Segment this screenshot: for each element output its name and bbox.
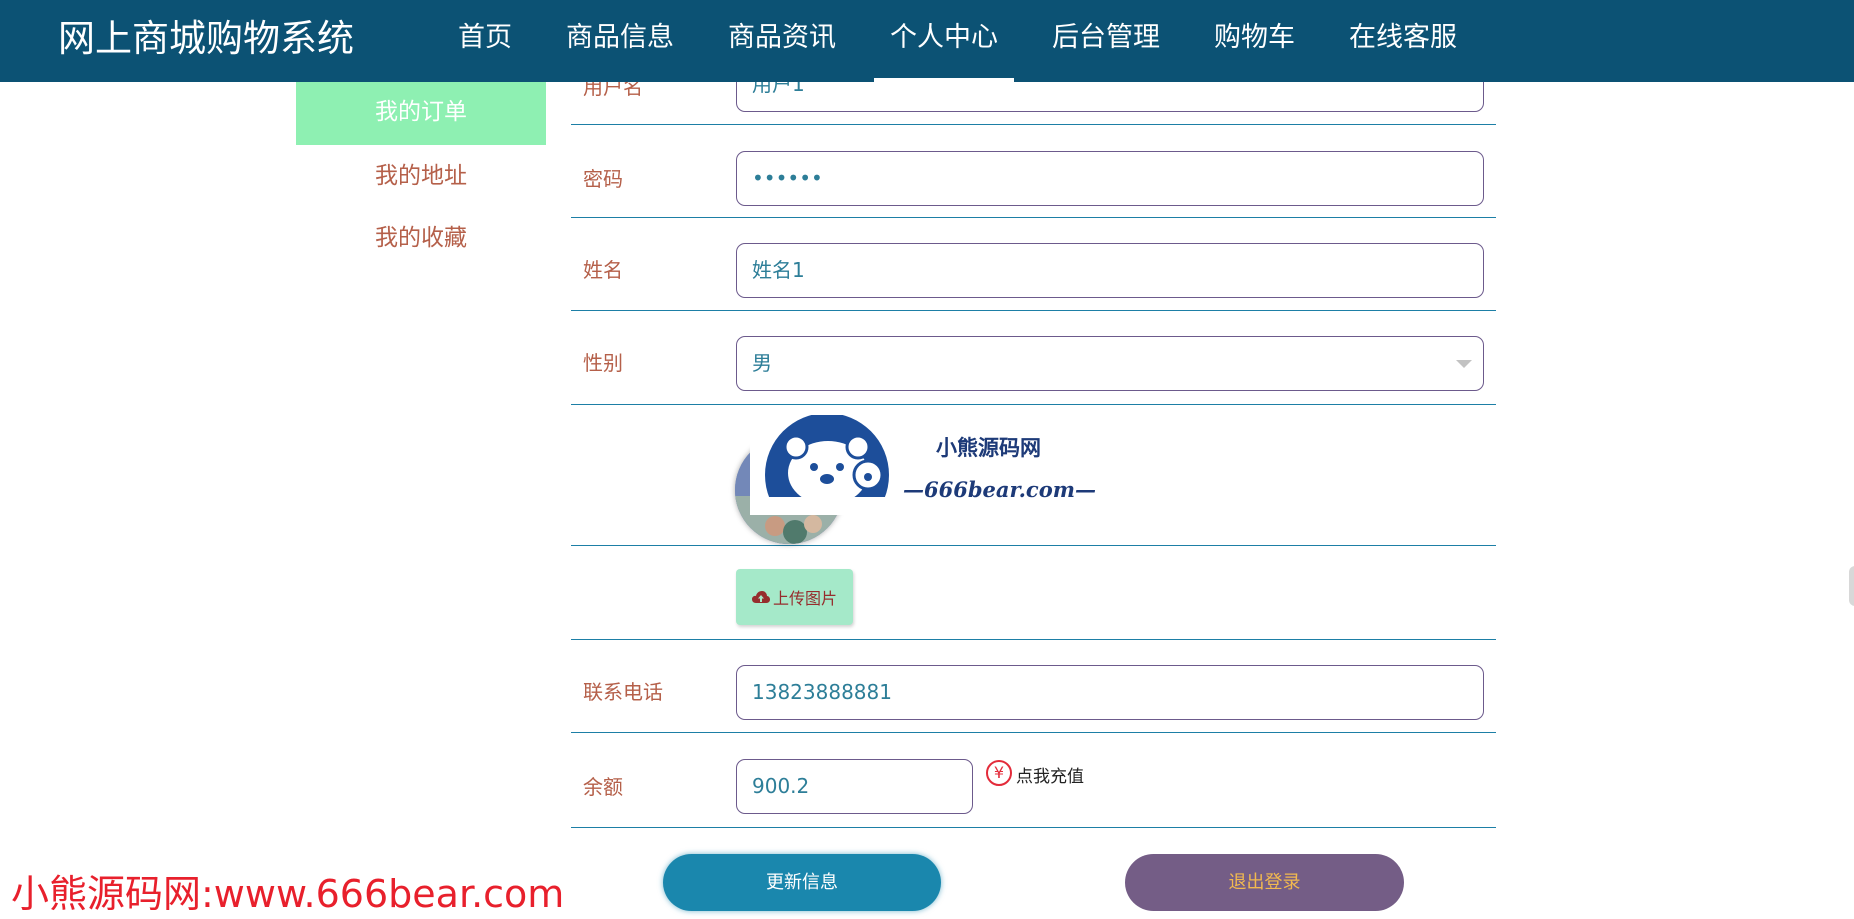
form-row-phone: 联系电话 13823888881 [571, 640, 1496, 733]
profile-form: 用户名 用户1 密码 •••••• 姓名 姓名1 性别 男 小熊源码网 —666… [571, 50, 1496, 828]
sidebar-item-favorites[interactable]: 我的收藏 [296, 207, 546, 269]
side-float-handle[interactable] [1849, 566, 1854, 606]
yen-icon: ¥ [986, 759, 1012, 786]
footer-watermark: 小熊源码网:www.666bear.com [11, 872, 565, 916]
password-field[interactable]: •••••• [736, 151, 1484, 206]
nav-news[interactable]: 商品资讯 [701, 0, 863, 82]
logout-button[interactable]: 退出登录 [1125, 854, 1404, 911]
main-nav: 首页 商品信息 商品资讯 个人中心 后台管理 购物车 在线客服 [431, 0, 1484, 82]
nav-customer-service[interactable]: 在线客服 [1322, 0, 1484, 82]
watermark-logo: 小熊源码网 —666bear.com— [750, 415, 1095, 515]
nav-cart[interactable]: 购物车 [1187, 0, 1322, 82]
form-row-balance: 余额 900.2 ¥ 点我充值 [571, 733, 1496, 828]
upload-label: 上传图片 [772, 589, 837, 608]
recharge-label: 点我充值 [1016, 767, 1084, 787]
site-title: 网上商城购物系统 [58, 17, 354, 60]
nav-personal-center[interactable]: 个人中心 [863, 0, 1025, 82]
phone-field[interactable]: 13823888881 [736, 665, 1484, 720]
recharge-link[interactable]: ¥ 点我充值 [986, 758, 1084, 787]
form-row-gender: 性别 男 [571, 311, 1496, 405]
name-field[interactable]: 姓名1 [736, 243, 1484, 298]
password-label: 密码 [583, 167, 623, 191]
watermark-url: —666bear.com— [903, 477, 1095, 502]
update-info-button[interactable]: 更新信息 [663, 854, 941, 911]
phone-label: 联系电话 [583, 680, 663, 704]
gender-label: 性别 [583, 351, 623, 375]
balance-field[interactable]: 900.2 [736, 759, 973, 814]
gender-value: 男 [752, 351, 772, 375]
form-row-password: 密码 •••••• [571, 125, 1496, 218]
nav-products[interactable]: 商品信息 [539, 0, 701, 82]
cloud-upload-icon [751, 591, 770, 603]
nav-home[interactable]: 首页 [431, 0, 539, 82]
name-label: 姓名 [583, 258, 623, 282]
balance-label: 余额 [583, 775, 623, 799]
sidebar-item-addresses[interactable]: 我的地址 [296, 145, 546, 207]
upload-image-button[interactable]: 上传图片 [736, 569, 853, 625]
watermark-title: 小熊源码网 [936, 435, 1041, 460]
sidebar-menu: 我的订单 我的地址 我的收藏 [296, 82, 546, 269]
chevron-down-icon [1456, 360, 1472, 368]
form-row-avatar: 小熊源码网 —666bear.com— [571, 405, 1496, 546]
top-navbar: 网上商城购物系统 首页 商品信息 商品资讯 个人中心 后台管理 购物车 在线客服 [0, 0, 1854, 82]
form-row-upload: 上传图片 [571, 546, 1496, 640]
gender-select[interactable]: 男 [736, 336, 1484, 391]
nav-admin[interactable]: 后台管理 [1025, 0, 1187, 82]
sidebar-item-orders[interactable]: 我的订单 [296, 82, 546, 145]
form-row-name: 姓名 姓名1 [571, 218, 1496, 311]
